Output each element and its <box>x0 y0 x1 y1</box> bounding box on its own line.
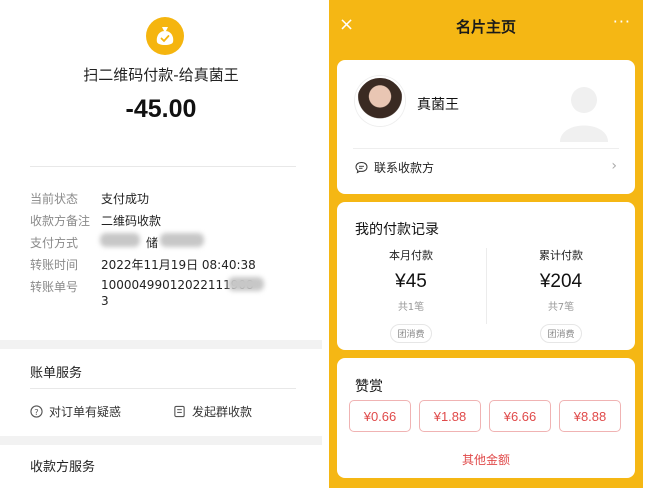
person-silhouette-icon <box>560 87 608 142</box>
svg-text:?: ? <box>34 407 38 417</box>
status-value: 支付成功 <box>101 192 150 206</box>
pay-method-value: 储 <box>146 236 159 250</box>
divider <box>30 388 296 389</box>
status-label: 当前状态 <box>30 192 79 206</box>
question-icon: ? <box>30 405 43 418</box>
records-title: 我的付款记录 <box>355 222 439 238</box>
business-card-panel: × 名片主页 ··· 真菌王 联系收款方 › 我的付款记录 本月付款 ¥45 共… <box>329 0 643 488</box>
reward-option-button[interactable]: ¥6.66 <box>489 400 551 432</box>
pay-method-label: 支付方式 <box>30 236 79 250</box>
order-question-label: 对订单有疑惑 <box>49 405 122 419</box>
profile-card: 真菌王 联系收款方 › <box>337 60 635 194</box>
total-payment-summary: 累计付款 ¥204 共7笔 团消费 <box>487 247 635 343</box>
payment-amount: -45.00 <box>125 95 197 123</box>
divider <box>353 148 619 149</box>
section-gap <box>0 436 322 445</box>
remark-value: 二维码收款 <box>101 214 162 228</box>
page-title: 名片主页 <box>455 18 516 36</box>
transfer-time-value: 2022年11月19日 08:40:38 <box>101 258 256 272</box>
payment-detail-panel: 扫二维码付款-给真菌王 -45.00 当前状态 支付成功 收款方备注 二维码收款… <box>0 0 322 488</box>
transfer-id-label: 转账单号 <box>30 280 79 294</box>
monthly-count: 共1笔 <box>397 302 425 313</box>
order-question-button[interactable]: ? 对订单有疑惑 <box>30 403 121 420</box>
redacted-blur <box>160 233 204 247</box>
payee-service-title: 收款方服务 <box>30 460 96 475</box>
money-bag-icon <box>146 17 184 55</box>
transfer-time-label: 转账时间 <box>30 258 79 272</box>
contact-payee-row[interactable]: 联系收款方 <box>355 159 434 176</box>
redacted-blur <box>228 277 264 291</box>
divider <box>30 166 296 167</box>
monthly-label: 本月付款 <box>389 249 433 262</box>
group-collect-label: 发起群收款 <box>192 405 253 419</box>
remark-label: 收款方备注 <box>30 214 91 228</box>
total-category-chip[interactable]: 团消费 <box>540 324 582 343</box>
monthly-payment-summary: 本月付款 ¥45 共1笔 团消费 <box>337 247 485 343</box>
group-collect-button[interactable]: 发起群收款 <box>173 403 252 420</box>
section-gap <box>0 340 322 349</box>
other-amount-link[interactable]: 其他金额 <box>337 451 635 468</box>
payment-records-card: 我的付款记录 本月付款 ¥45 共1笔 团消费 累计付款 ¥204 共7笔 团消… <box>337 202 635 350</box>
transfer-id-value-line2: 3 <box>101 294 109 308</box>
total-count: 共7笔 <box>547 302 575 313</box>
contact-payee-label: 联系收款方 <box>374 161 435 175</box>
monthly-category-chip[interactable]: 团消费 <box>390 324 432 343</box>
reward-title: 赞赏 <box>355 379 383 395</box>
header-bar: × 名片主页 ··· <box>329 0 643 52</box>
monthly-amount: ¥45 <box>395 271 427 292</box>
payee-name: 真菌王 <box>417 97 459 113</box>
redacted-blur <box>100 233 140 247</box>
chevron-right-icon: › <box>611 158 617 174</box>
payment-title: 扫二维码付款-给真菌王 <box>83 66 239 84</box>
reward-option-button[interactable]: ¥8.88 <box>559 400 621 432</box>
group-collect-icon <box>174 405 185 418</box>
avatar[interactable] <box>355 76 405 126</box>
reward-option-button[interactable]: ¥1.88 <box>419 400 481 432</box>
total-label: 累计付款 <box>539 249 583 262</box>
more-options-icon[interactable]: ··· <box>613 12 631 31</box>
bill-service-title: 账单服务 <box>30 366 83 381</box>
reward-card: 赞赏 ¥0.66 ¥1.88 ¥6.66 ¥8.88 其他金额 <box>337 358 635 478</box>
total-amount: ¥204 <box>539 271 583 292</box>
chat-bubble-icon <box>355 161 368 174</box>
reward-options: ¥0.66 ¥1.88 ¥6.66 ¥8.88 <box>349 400 621 432</box>
reward-option-button[interactable]: ¥0.66 <box>349 400 411 432</box>
